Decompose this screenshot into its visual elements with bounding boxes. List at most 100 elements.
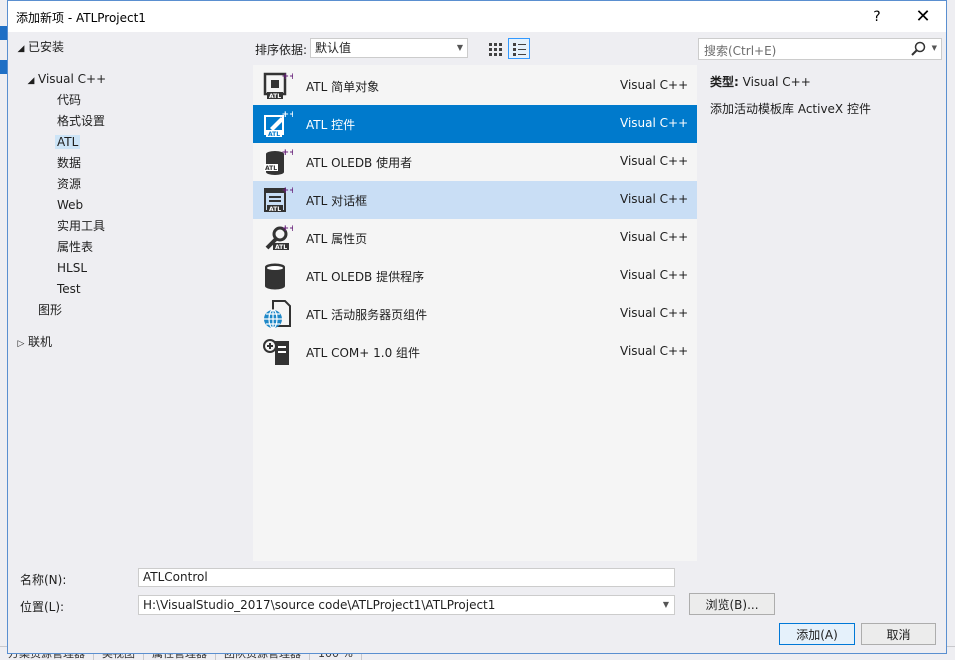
svg-text:ATL: ATL	[268, 131, 280, 138]
template-name: ATL 属性页	[306, 232, 368, 246]
type-label: 类型:	[710, 75, 739, 89]
template-row[interactable]: ATL COM+ 1.0 组件 Visual C++	[253, 333, 697, 371]
tree-node-label: Test	[57, 282, 81, 296]
search-icon[interactable]	[911, 41, 927, 57]
tree-node-label: 联机	[28, 335, 53, 349]
browse-button[interactable]: 浏览(B)...	[689, 593, 775, 615]
tree-node-web[interactable]: Web	[57, 195, 83, 215]
small-icons-view-button[interactable]	[484, 38, 506, 59]
tree-node-atl[interactable]: ATL	[55, 132, 81, 152]
template-name: ATL OLEDB 使用者	[306, 156, 413, 170]
tree-node-label: Web	[57, 198, 84, 212]
svg-text:++: ++	[281, 186, 293, 196]
collapse-arrow-icon[interactable]: ◢	[24, 71, 38, 91]
template-row[interactable]: ATL ++ ATL OLEDB 使用者 Visual C++	[253, 143, 697, 181]
list-view-button[interactable]	[508, 38, 530, 59]
svg-text:ATL: ATL	[269, 93, 281, 100]
atl-oledb-consumer-icon: ATL ++	[264, 148, 293, 175]
tree-node-online[interactable]: ▷ 联机	[14, 332, 52, 352]
template-name: ATL 对话框	[306, 194, 368, 208]
template-language: Visual C++	[620, 116, 689, 130]
sort-dropdown[interactable]: 默认值 ▼	[310, 38, 468, 58]
template-name: ATL COM+ 1.0 组件	[306, 346, 421, 360]
tree-node-label: HLSL	[57, 261, 88, 275]
dropdown-arrow-icon[interactable]: ▼	[663, 596, 669, 614]
cancel-button[interactable]: 取消	[861, 623, 936, 645]
tree-node-formatting[interactable]: 格式设置	[57, 111, 105, 131]
tree-node-label: Visual C++	[38, 72, 107, 86]
atl-oledb-provider-icon	[265, 263, 285, 290]
location-label: 位置(L):	[20, 600, 65, 614]
search-options-arrow-icon[interactable]: ▼	[932, 44, 937, 52]
tree-node-hlsl[interactable]: HLSL	[57, 258, 87, 278]
tree-node-installed[interactable]: ◢ 已安装	[14, 37, 64, 57]
atl-com-plus-icon	[263, 339, 289, 365]
dialog-title: 添加新项 - ATLProject1	[16, 11, 146, 25]
tree-node-label: 资源	[57, 177, 82, 191]
tree-node-resource[interactable]: 资源	[57, 174, 81, 194]
collapse-arrow-icon[interactable]: ◢	[14, 39, 28, 59]
template-row-selected[interactable]: ATL ++ ATL 控件 Visual C++	[253, 105, 697, 143]
tree-node-graphics[interactable]: 图形	[38, 300, 62, 320]
template-row[interactable]: ATL OLEDB 提供程序 Visual C++	[253, 257, 697, 295]
name-field[interactable]: ATLControl	[138, 568, 675, 587]
template-description: 添加活动模板库 ActiveX 控件	[710, 102, 871, 116]
template-name: ATL OLEDB 提供程序	[306, 270, 425, 284]
template-list: ATL ++ ATL 简单对象 Visual C++ ATL ++ ATL 控件…	[253, 65, 697, 561]
tree-node-label: 格式设置	[57, 114, 106, 128]
add-new-item-dialog: 添加新项 - ATLProject1 ? ✕ ◢ 已安装 ◢ Visual C++ …	[7, 0, 947, 654]
sort-value: 默认值	[315, 41, 352, 55]
tree-node-test[interactable]: Test	[57, 279, 81, 299]
template-type: 类型: Visual C++	[710, 73, 940, 90]
template-name: ATL 活动服务器页组件	[306, 308, 428, 322]
template-language: Visual C++	[620, 344, 689, 358]
atl-control-icon: ATL ++	[264, 110, 293, 138]
tree-node-label: 图形	[38, 303, 63, 317]
location-value: H:\VisualStudio_2017\source code\ATLProj…	[143, 598, 496, 612]
template-language: Visual C++	[620, 192, 689, 206]
location-combobox[interactable]: H:\VisualStudio_2017\source code\ATLProj…	[138, 595, 675, 615]
search-input[interactable]: 搜索(Ctrl+E) ▼	[698, 38, 942, 60]
name-value: ATLControl	[143, 570, 208, 584]
atl-dialog-icon: ATL ++	[264, 186, 293, 213]
tree-node-label: ATL	[55, 135, 81, 149]
search-placeholder: 搜索(Ctrl+E)	[704, 44, 777, 58]
template-row[interactable]: ATL ++ ATL 属性页 Visual C++	[253, 219, 697, 257]
type-value: Visual C++	[742, 75, 811, 89]
tree-node-label: 代码	[57, 93, 82, 107]
add-button[interactable]: 添加(A)	[779, 623, 855, 645]
template-info-panel: 类型: Visual C++ 添加活动模板库 ActiveX 控件	[710, 73, 940, 117]
dropdown-arrow-icon: ▼	[456, 43, 463, 52]
svg-text:ATL: ATL	[265, 165, 277, 172]
svg-text:++: ++	[281, 110, 293, 120]
template-row[interactable]: ATL ++ ATL 简单对象 Visual C++	[253, 67, 697, 105]
tree-node-label: 实用工具	[57, 219, 106, 233]
svg-text:ATL: ATL	[275, 244, 287, 251]
svg-text:++: ++	[281, 148, 293, 158]
atl-asp-component-icon	[264, 300, 291, 329]
tree-node-label: 数据	[57, 156, 82, 170]
background-right-strip	[946, 0, 955, 660]
tree-node-property-sheets[interactable]: 属性表	[57, 237, 93, 257]
atl-simple-object-icon: ATL ++	[263, 72, 293, 100]
name-label: 名称(N):	[20, 573, 67, 587]
svg-text:ATL: ATL	[269, 206, 281, 213]
expand-arrow-icon[interactable]: ▷	[14, 334, 28, 354]
template-row[interactable]: ATL 活动服务器页组件 Visual C++	[253, 295, 697, 333]
tree-node-utility[interactable]: 实用工具	[57, 216, 105, 236]
template-language: Visual C++	[620, 154, 689, 168]
close-button[interactable]: ✕	[900, 1, 946, 32]
tree-node-visual-cpp[interactable]: ◢ Visual C++	[24, 69, 107, 91]
category-tree: ◢ 已安装 ◢ Visual C++ 代码 格式设置 ATL 数据 资源 Web 实…	[8, 33, 253, 561]
help-button[interactable]: ?	[854, 1, 900, 32]
template-language: Visual C++	[620, 230, 689, 244]
atl-property-page-icon: ATL ++	[265, 224, 293, 251]
tree-node-data[interactable]: 数据	[57, 153, 81, 173]
tree-node-code[interactable]: 代码	[57, 90, 81, 110]
svg-text:++: ++	[281, 224, 293, 234]
template-row-hovered[interactable]: ATL ++ ATL 对话框 Visual C++	[253, 181, 697, 219]
svg-text:++: ++	[281, 72, 293, 82]
title-bar: 添加新项 - ATLProject1 ? ✕	[8, 1, 946, 32]
tree-node-label: 已安装	[28, 40, 65, 54]
tree-node-label: 属性表	[57, 240, 94, 254]
